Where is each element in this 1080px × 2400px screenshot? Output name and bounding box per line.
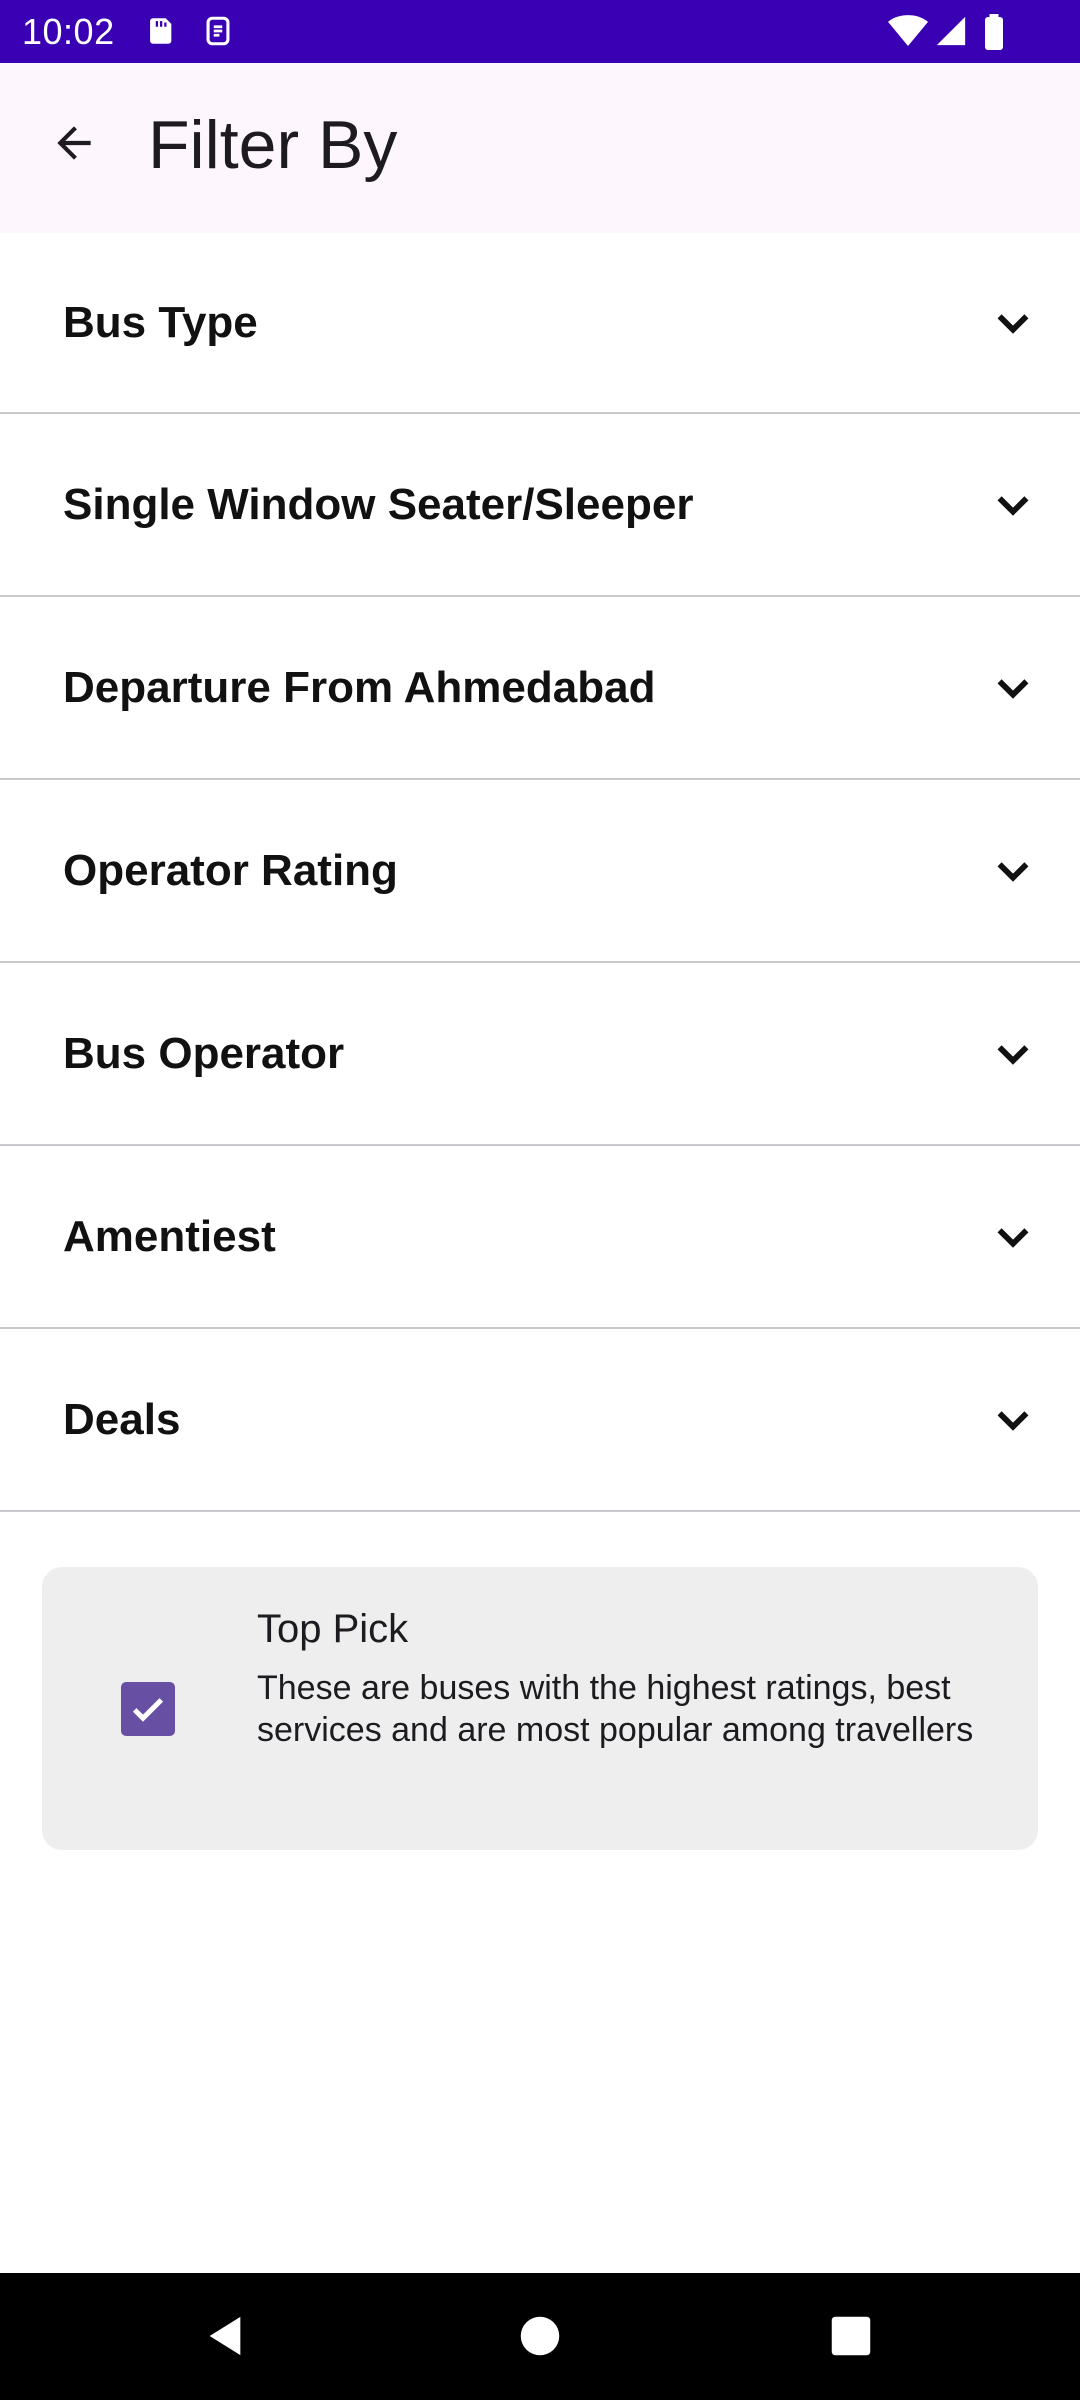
nav-recents-button[interactable]: [811, 2296, 891, 2376]
filter-list: Bus Type Single Window Seater/Sleeper De…: [0, 233, 1080, 1512]
filter-label: Departure From Ahmedabad: [63, 662, 656, 712]
status-time: 10:02: [22, 11, 115, 52]
check-icon: [132, 1698, 164, 1722]
top-pick-checkbox[interactable]: [121, 1682, 175, 1736]
filter-departure[interactable]: Departure From Ahmedabad: [0, 597, 1080, 780]
signal-icon: [934, 14, 968, 48]
recents-square-icon: [831, 2316, 871, 2356]
filter-bus-operator[interactable]: Bus Operator: [0, 963, 1080, 1146]
home-circle-icon: [520, 2316, 560, 2356]
back-triangle-icon: [209, 2316, 241, 2356]
top-pick-description: These are buses with the highest ratings…: [257, 1669, 974, 1749]
filter-deals[interactable]: Deals: [0, 1329, 1080, 1512]
back-button[interactable]: [34, 103, 114, 183]
top-pick-title: Top Pick: [257, 1607, 409, 1651]
filter-amenities[interactable]: Amentiest: [0, 1146, 1080, 1329]
chevron-down-icon: [997, 1410, 1029, 1431]
filter-label: Bus Operator: [63, 1028, 345, 1078]
chevron-down-icon: [997, 861, 1029, 882]
filter-operator-rating[interactable]: Operator Rating: [0, 780, 1080, 963]
status-bar: 10:02: [0, 0, 1080, 63]
top-pick-card: Top Pick These are buses with the highes…: [42, 1567, 1038, 1850]
arrow-back-icon: [57, 126, 91, 160]
filter-label: Operator Rating: [63, 845, 398, 895]
chevron-down-icon: [997, 1227, 1029, 1248]
filter-label: Bus Type: [63, 297, 258, 347]
filter-label: Deals: [63, 1394, 181, 1444]
filter-label: Single Window Seater/Sleeper: [63, 479, 694, 529]
page-title: Filter By: [148, 107, 398, 183]
screen-record-icon: [201, 14, 235, 48]
chevron-down-icon: [997, 313, 1029, 334]
sd-card-icon: [143, 14, 177, 48]
filter-label: Amentiest: [63, 1211, 276, 1261]
filter-bus-type[interactable]: Bus Type: [0, 233, 1080, 414]
system-nav-bar: [0, 2273, 1080, 2400]
wifi-icon: [888, 14, 928, 48]
filter-single-window[interactable]: Single Window Seater/Sleeper: [0, 414, 1080, 597]
chevron-down-icon: [997, 1044, 1029, 1065]
battery-icon: [980, 14, 1008, 50]
chevron-down-icon: [997, 495, 1029, 516]
app-bar: Filter By: [0, 63, 1080, 233]
nav-home-button[interactable]: [500, 2296, 580, 2376]
nav-back-button[interactable]: [185, 2296, 265, 2376]
chevron-down-icon: [997, 678, 1029, 699]
